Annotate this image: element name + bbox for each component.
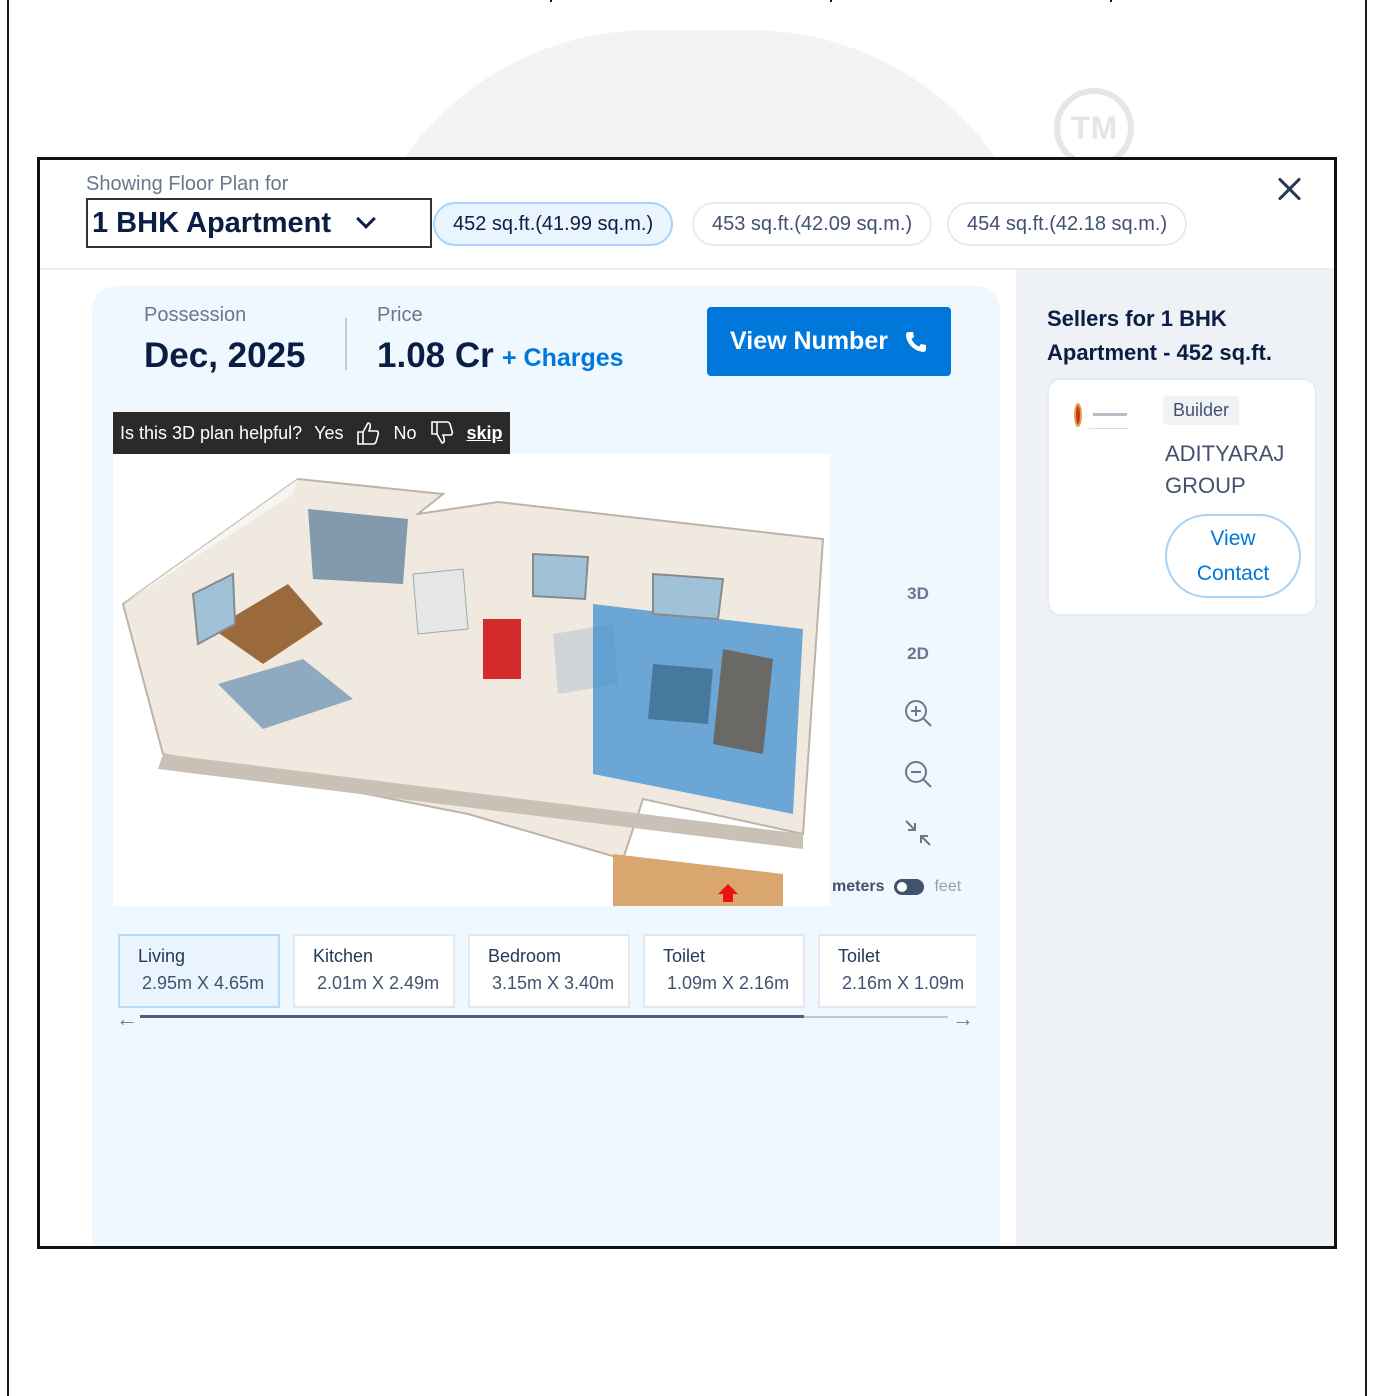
seller-name: ADITYARAJ GROUP	[1165, 441, 1285, 498]
room-name: Toilet	[663, 946, 706, 966]
thumbs-up-icon[interactable]	[355, 420, 381, 446]
room-dims: 2.01m X 2.49m	[317, 973, 440, 993]
view-number-button[interactable]: View Number	[707, 307, 951, 376]
close-icon[interactable]	[1276, 176, 1302, 202]
builder-badge: Builder	[1163, 396, 1240, 425]
scroll-right-icon[interactable]: →	[952, 1006, 974, 1032]
price-label: Price	[377, 304, 423, 326]
price-value: 1.08 Cr	[377, 336, 494, 375]
floor-plan-panel: Possession Dec, 2025 Price 1.08 Cr + Cha…	[92, 286, 1000, 1246]
chevron-down-icon	[356, 209, 376, 229]
room-card-bedroom[interactable]: Bedroom 3.15m X 3.40m	[468, 934, 630, 1008]
zoom-out-icon[interactable]	[903, 759, 933, 789]
divider	[550, 0, 552, 2]
feedback-yes[interactable]: Yes	[314, 423, 343, 444]
unit-feet-label[interactable]: feet	[934, 878, 961, 896]
skip-link[interactable]: skip	[467, 423, 503, 444]
floor-plan-modal: Showing Floor Plan for 1 BHK Apartment 4…	[37, 157, 1337, 1249]
unit-meters-label[interactable]: meters	[832, 878, 884, 896]
unit-switch[interactable]	[894, 879, 925, 895]
scrollbar-thumb[interactable]	[140, 1015, 804, 1018]
trademark-watermark: TM	[1054, 88, 1134, 168]
view-number-label: View Number	[730, 327, 888, 355]
modal-header: Showing Floor Plan for 1 BHK Apartment 4…	[40, 160, 1334, 270]
possession-label: Possession	[144, 304, 247, 326]
collapse-icon[interactable]	[903, 818, 933, 848]
divider	[830, 0, 832, 2]
feedback-question: Is this 3D plan helpful?	[120, 422, 303, 443]
scroll-left-icon[interactable]: ←	[116, 1006, 138, 1032]
area-chip-452[interactable]: 452 sq.ft.(41.99 sq.m.)	[433, 202, 674, 246]
area-chip-453[interactable]: 453 sq.ft.(42.09 sq.m.)	[692, 202, 933, 246]
page: TM Showing Floor Plan for 1 BHK Apartmen…	[0, 0, 1373, 1396]
showing-label: Showing Floor Plan for	[86, 173, 289, 195]
room-card-kitchen[interactable]: Kitchen 2.01m X 2.49m	[293, 934, 455, 1008]
phone-icon	[905, 331, 926, 352]
view-2d-button[interactable]: 2D	[902, 644, 934, 664]
floor-plan-3d-image[interactable]	[113, 454, 830, 906]
sellers-panel: Sellers for 1 BHK Apartment - 452 sq.ft.…	[1016, 270, 1334, 1246]
builder-logo	[1074, 403, 1129, 429]
config-select-value: 1 BHK Apartment	[92, 206, 332, 239]
room-name: Toilet	[838, 946, 881, 966]
room-card-toilet-2[interactable]: Toilet 2.16m X 1.09m	[818, 934, 976, 1008]
thumbs-down-icon[interactable]	[429, 420, 455, 446]
room-name: Bedroom	[488, 946, 562, 966]
rooms-strip: Living 2.95m X 4.65m Kitchen 2.01m X 2.4…	[118, 934, 976, 1010]
config-select[interactable]: 1 BHK Apartment	[86, 198, 432, 248]
divider	[345, 318, 347, 370]
feedback-no[interactable]: No	[393, 423, 416, 444]
room-name: Living	[138, 946, 186, 966]
unit-toggle: meters feet	[832, 878, 961, 896]
zoom-in-icon[interactable]	[903, 698, 933, 728]
divider	[1110, 0, 1112, 2]
feedback-bar: Is this 3D plan helpful? Yes No skip	[113, 412, 510, 454]
room-dims: 3.15m X 3.40m	[492, 973, 615, 993]
area-chip-454[interactable]: 454 sq.ft.(42.18 sq.m.)	[947, 202, 1188, 246]
seller-card: Builder ADITYARAJ GROUP View Contact	[1047, 378, 1317, 616]
room-card-living[interactable]: Living 2.95m X 4.65m	[118, 934, 280, 1008]
room-dims: 2.95m X 4.65m	[142, 973, 265, 993]
room-dims: 2.16m X 1.09m	[842, 973, 965, 993]
sellers-heading: Sellers for 1 BHK Apartment - 452 sq.ft.	[1047, 306, 1272, 365]
room-dims: 1.09m X 2.16m	[667, 973, 790, 993]
charges-link[interactable]: + Charges	[502, 344, 624, 373]
view-3d-button[interactable]: 3D	[902, 584, 934, 604]
room-name: Kitchen	[313, 946, 374, 966]
room-card-toilet-1[interactable]: Toilet 1.09m X 2.16m	[643, 934, 805, 1008]
rooms-scrollbar[interactable]	[140, 1015, 948, 1018]
view-contact-button[interactable]: View Contact	[1165, 514, 1301, 598]
possession-value: Dec, 2025	[144, 336, 306, 375]
